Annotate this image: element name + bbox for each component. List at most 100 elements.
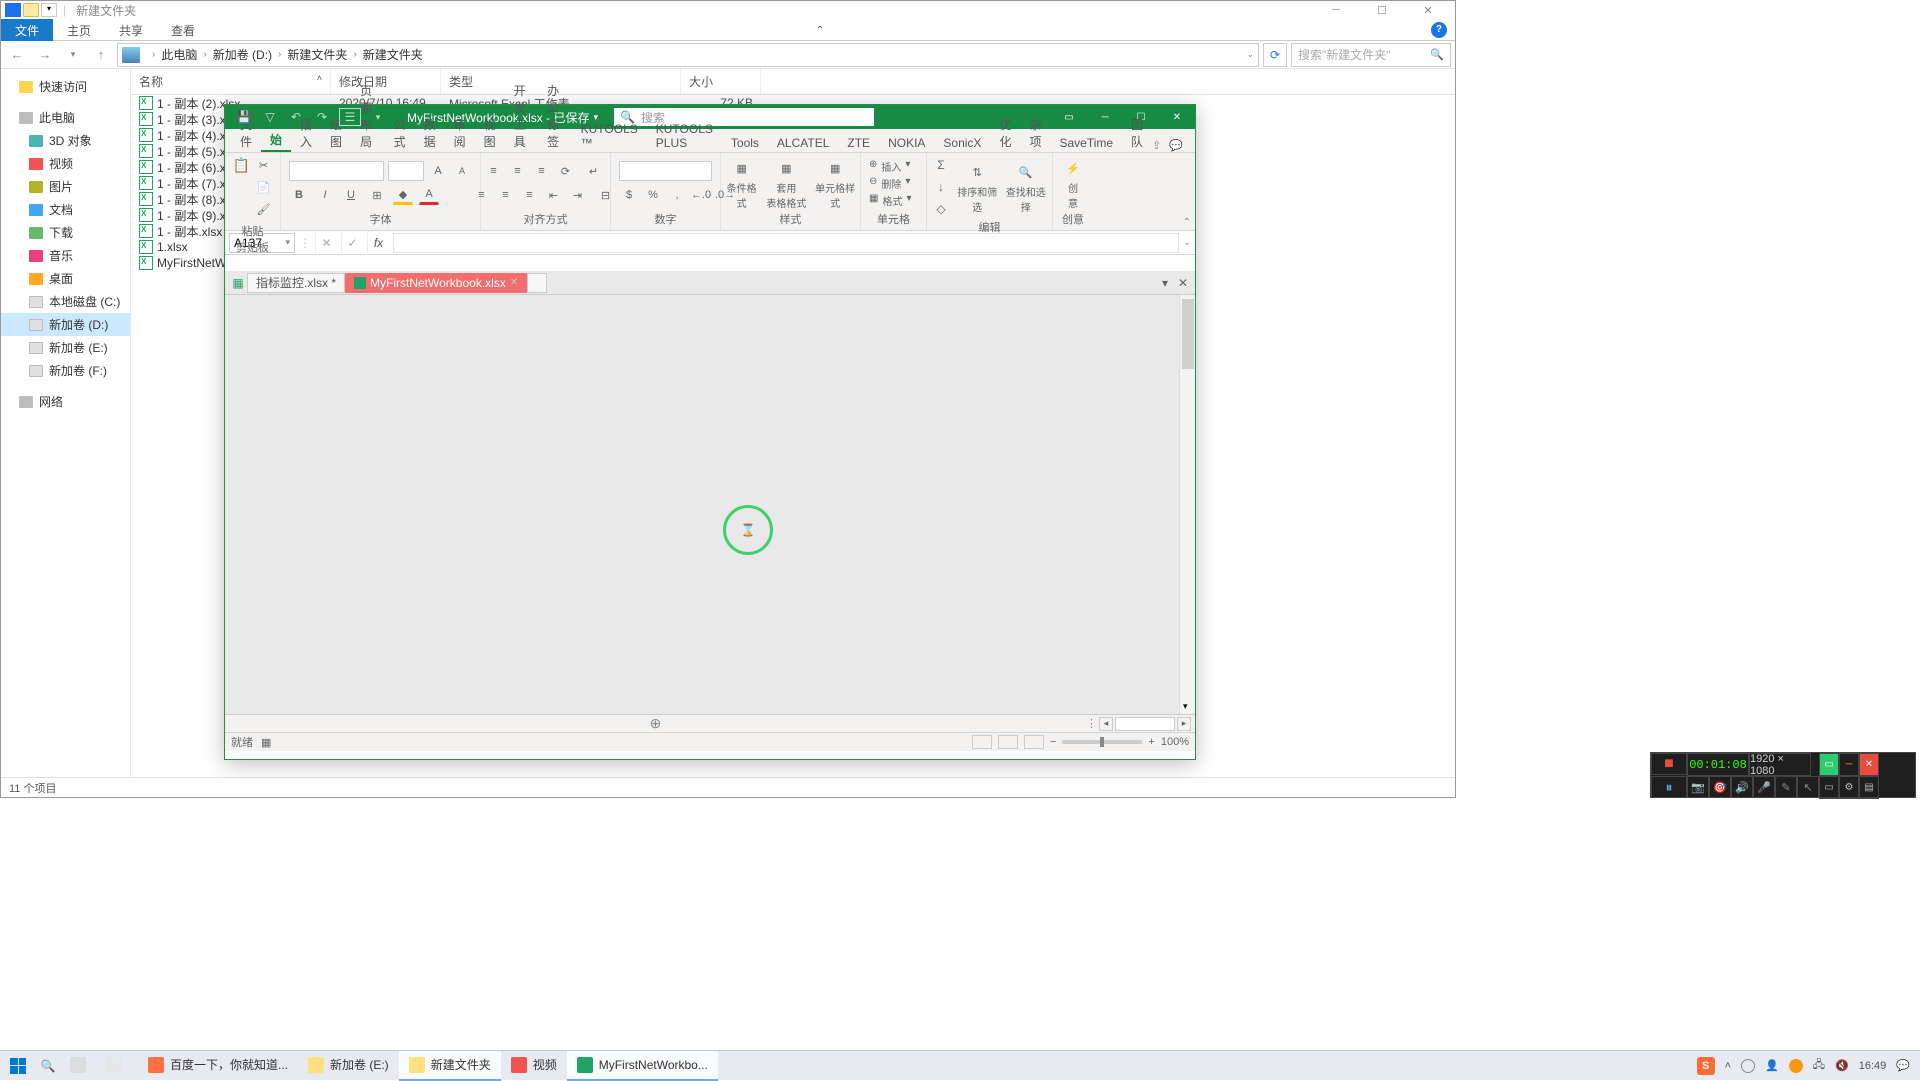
decrease-font-icon[interactable]: A <box>452 161 472 181</box>
redo-icon[interactable]: ↷ <box>313 108 331 126</box>
taskbar-item[interactable]: 视频 <box>501 1051 567 1081</box>
expand-formula-icon[interactable]: ⌄ <box>1183 237 1191 248</box>
minimize-button[interactable]: ─ <box>1087 105 1123 129</box>
ribbon-display-button[interactable]: ▭ <box>1051 105 1087 129</box>
ribbon-tab[interactable]: 杂项 <box>1020 112 1050 152</box>
tray-icon[interactable] <box>1789 1059 1803 1073</box>
ideas-button[interactable]: ⚡ <box>1061 156 1085 180</box>
sidebar-item[interactable]: 新加卷 (F:) <box>1 359 130 382</box>
find-select-button[interactable]: 🔍 <box>1012 160 1040 184</box>
ribbon-tab[interactable]: NOKIA <box>879 132 934 152</box>
format-table-button[interactable]: ▦ <box>771 156 801 180</box>
crumb-0[interactable]: 此电脑 <box>161 46 197 63</box>
cell-styles-button[interactable]: ▦ <box>820 156 850 180</box>
view-normal[interactable] <box>972 735 992 749</box>
sidebar-quick-access[interactable]: 快速访问 <box>1 75 130 98</box>
rec-tool-6[interactable]: ↖ <box>1797 776 1819 798</box>
taskbar-item[interactable]: 百度一下，你就知道... <box>138 1051 298 1081</box>
accept-formula-button[interactable]: ✓ <box>341 233 363 253</box>
breadcrumb[interactable]: › 此电脑 › 新加卷 (D:) › 新建文件夹 › 新建文件夹 ⌄ <box>117 43 1259 67</box>
rec-tool-1[interactable]: 📷 <box>1687 776 1709 798</box>
fill-color-button[interactable]: ◆ <box>393 185 413 205</box>
vertical-scrollbar[interactable]: ▾▴ <box>1179 295 1195 714</box>
ribbon-tab[interactable]: SaveTime <box>1050 132 1122 152</box>
rec-tool-4[interactable]: 🎤 <box>1753 776 1775 798</box>
ribbon-tab[interactable]: KUTOOLS ™ <box>572 118 647 152</box>
macro-record-icon[interactable]: ▦ <box>261 736 271 749</box>
close-button[interactable]: ✕ <box>1159 105 1195 129</box>
crumb-1[interactable]: 新加卷 (D:) <box>213 46 272 63</box>
explorer-search-input[interactable]: 搜索"新建文件夹" 🔍 <box>1291 43 1451 67</box>
doc-tabs-menu[interactable]: ▾ <box>1157 275 1173 291</box>
cancel-formula-button[interactable]: ✕ <box>315 233 337 253</box>
tray-chevron-icon[interactable]: ˄ <box>1725 1060 1731 1072</box>
undo-icon[interactable]: ↶ <box>287 108 305 126</box>
refresh-button[interactable]: ⟳ <box>1263 43 1287 67</box>
number-format-combo[interactable] <box>619 161 712 181</box>
copy-icon[interactable]: 📄 <box>254 177 274 197</box>
qat-more[interactable]: ▾ <box>369 108 387 126</box>
delete-cells-button[interactable]: ⊖删除 ▾ <box>869 176 910 191</box>
ribbon-tab[interactable]: 优化 <box>990 112 1020 152</box>
doc-tab-active[interactable]: MyFirstNetWorkbook.xlsx✕ <box>345 273 527 293</box>
ribbon-tab[interactable]: 数据 <box>415 112 445 152</box>
pause-button[interactable]: ⏸ <box>1651 776 1687 798</box>
zoom-out[interactable]: − <box>1050 736 1056 748</box>
hscroll-track[interactable] <box>1115 717 1175 731</box>
ribbon-tab[interactable]: Tools <box>722 132 768 152</box>
format-cells-button[interactable]: ▦格式 ▾ <box>869 193 911 208</box>
start-button[interactable] <box>0 1051 36 1081</box>
italic-button[interactable]: I <box>315 185 335 205</box>
rec-tool-3[interactable]: 🔊 <box>1731 776 1753 798</box>
qat-button[interactable]: ☰ <box>339 108 361 126</box>
conditional-format-button[interactable]: ▦ <box>727 156 757 180</box>
autosave-icon[interactable]: 💾 <box>235 108 253 126</box>
taskbar-search[interactable]: 🔍 <box>36 1051 60 1081</box>
crumb-2[interactable]: 新建文件夹 <box>287 46 347 63</box>
col-date[interactable]: 修改日期 <box>331 69 441 94</box>
sidebar-item[interactable]: 文档 <box>1 198 130 221</box>
nav-forward-button[interactable]: → <box>33 44 57 66</box>
wrap-text-button[interactable]: ↵ <box>580 161 608 181</box>
taskbar-item[interactable]: 新建文件夹 <box>399 1051 501 1081</box>
crumb-3[interactable]: 新建文件夹 <box>363 46 423 63</box>
sidebar-item[interactable]: 本地磁盘 (C:) <box>1 290 130 313</box>
hscroll-right[interactable]: ▸ <box>1177 717 1191 731</box>
sidebar-item[interactable]: 桌面 <box>1 267 130 290</box>
minimize-button[interactable]: ─ <box>1313 1 1359 19</box>
ribbon-tab[interactable]: 团队 <box>1122 112 1152 152</box>
maximize-button[interactable]: ☐ <box>1359 1 1405 19</box>
border-button[interactable]: ⊞ <box>367 185 387 205</box>
ribbon-tab[interactable]: 审阅 <box>445 112 475 152</box>
fill-button[interactable]: ↓ <box>931 177 951 197</box>
close-tab-icon[interactable]: ✕ <box>510 277 518 288</box>
ribbon-tab[interactable]: 公式 <box>385 112 415 152</box>
tray-people-icon[interactable]: 👤 <box>1765 1059 1779 1072</box>
ribbon-tab-file[interactable]: 文件 <box>1 19 53 41</box>
fx-button[interactable]: fx <box>367 233 389 253</box>
ribbon-tab[interactable]: SonicX <box>934 132 990 152</box>
rec-close[interactable]: ✕ <box>1859 753 1879 776</box>
new-doc-tab[interactable] <box>527 273 547 293</box>
rec-accept[interactable]: ▭ <box>1819 753 1839 776</box>
ribbon-tab[interactable]: 开发工具 <box>505 78 539 152</box>
font-size-combo[interactable] <box>388 161 424 181</box>
tray-icon[interactable] <box>1741 1059 1755 1073</box>
ribbon-tab-home[interactable]: 主页 <box>53 19 105 41</box>
taskbar-item[interactable]: 新加卷 (E:) <box>298 1051 399 1081</box>
bold-button[interactable]: B <box>289 185 309 205</box>
taskbar-item[interactable] <box>96 1051 138 1081</box>
zoom-slider[interactable] <box>1062 740 1142 744</box>
tray-network-icon[interactable]: 🖧 <box>1813 1056 1825 1075</box>
ribbon-tab[interactable]: KUTOOLS PLUS <box>647 118 722 152</box>
share-button[interactable]: ⇪ <box>1152 139 1161 152</box>
close-button[interactable]: ✕ <box>1405 1 1451 19</box>
rec-tool-2[interactable]: 🎯 <box>1709 776 1731 798</box>
ribbon-tab-view[interactable]: 查看 <box>157 19 209 41</box>
view-page-break[interactable] <box>1024 735 1044 749</box>
nav-up-button[interactable]: ↑ <box>89 44 113 66</box>
sidebar-network[interactable]: 网络 <box>1 390 130 413</box>
worksheet-area[interactable]: ▾▴ ⌛ <box>225 295 1195 715</box>
sidebar-item-selected[interactable]: 新加卷 (D:) <box>1 313 130 336</box>
tray-time[interactable]: 16:49 <box>1859 1060 1887 1072</box>
